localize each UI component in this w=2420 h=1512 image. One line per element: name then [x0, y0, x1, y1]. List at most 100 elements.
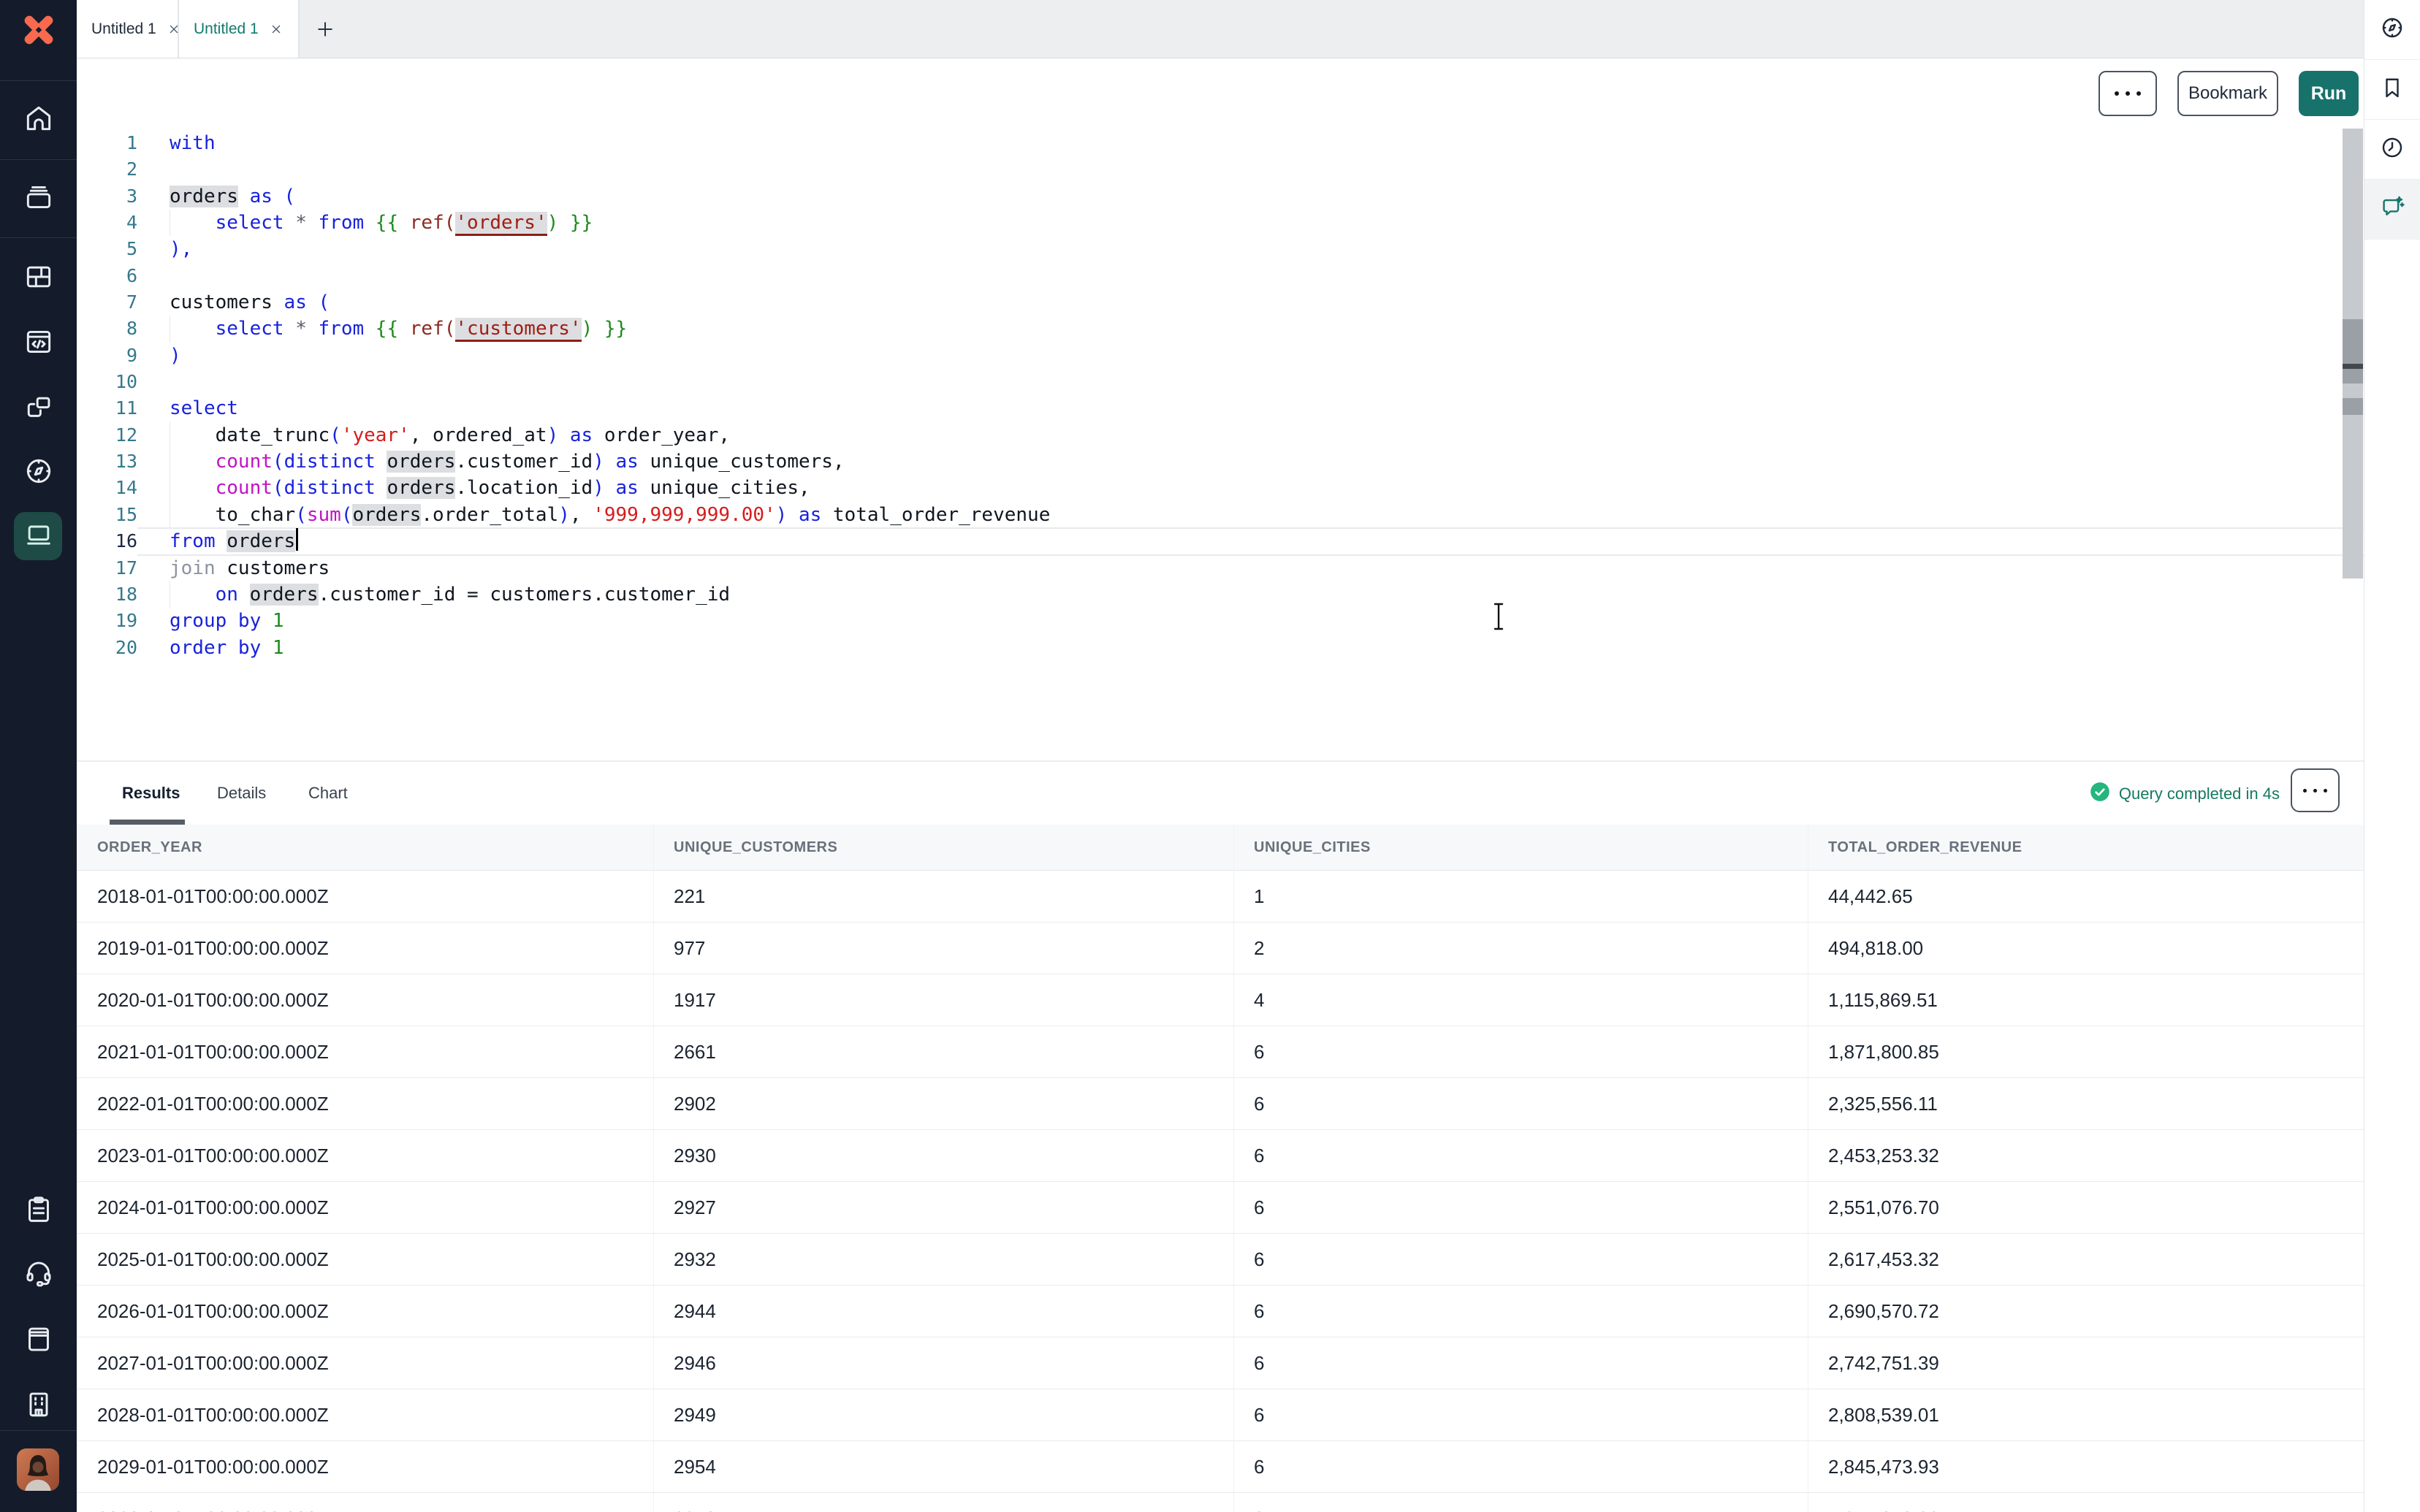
table-cell: 2,617,453.32 — [1808, 1248, 2364, 1271]
ellipsis-icon — [2115, 91, 2141, 96]
code-line[interactable]: 7customers as ( — [77, 289, 2364, 316]
code-line[interactable]: 8 select * from {{ ref('customers') }} — [77, 316, 2364, 342]
table-cell: 2,845,473.93 — [1808, 1456, 2364, 1478]
code-token: from — [319, 318, 365, 340]
code-token — [307, 291, 319, 313]
right-sidebar-item-ai-assistant[interactable] — [2364, 180, 2420, 240]
column-divider — [653, 825, 654, 1512]
drawer-icon — [23, 181, 55, 217]
sidebar-item-support[interactable] — [0, 1242, 77, 1307]
table-row[interactable]: 2024-01-01T00:00:00.000Z292762,551,076.7… — [77, 1182, 2364, 1234]
code-token: .location_id — [455, 477, 593, 499]
table-row[interactable]: 2030-01-01T00:00:00.000Z287961,841,049.3… — [77, 1493, 2364, 1512]
sidebar-item-templates[interactable] — [0, 1178, 77, 1244]
editor-scrollbar[interactable] — [2343, 129, 2363, 579]
table-row[interactable]: 2023-01-01T00:00:00.000Z293062,453,253.3… — [77, 1130, 2364, 1182]
table-row[interactable]: 2019-01-01T00:00:00.000Z9772494,818.00 — [77, 923, 2364, 974]
code-line[interactable]: 6 — [77, 263, 2364, 289]
code-line[interactable]: 13 count(distinct orders.customer_id) as… — [77, 448, 2364, 475]
code-token: 'orders' — [455, 212, 547, 236]
sidebar-item-explore[interactable] — [0, 440, 77, 505]
code-token — [238, 584, 250, 606]
hex-logo[interactable] — [0, 0, 77, 60]
tab-bar: Untitled 1Untitled 1 — [77, 0, 2364, 58]
results-more-button[interactable] — [2291, 768, 2340, 812]
code-line[interactable]: 9) — [77, 343, 2364, 369]
sidebar-item-organization[interactable] — [0, 1372, 77, 1438]
table-row[interactable]: 2018-01-01T00:00:00.000Z221144,442.65 — [77, 871, 2364, 923]
table-cell: 2,551,076.70 — [1808, 1196, 2364, 1219]
code-token: orders — [250, 584, 319, 606]
code-token — [284, 212, 296, 234]
close-icon[interactable] — [269, 22, 284, 37]
code-line[interactable]: 15 to_char(sum(orders.order_total), '999… — [77, 502, 2364, 528]
line-number: 11 — [77, 395, 137, 421]
code-line[interactable]: 20order by 1 — [77, 635, 2364, 661]
results-tab-bar: Query completed in 4s Results Details Char… — [77, 760, 2364, 825]
scrollbar-thumb[interactable] — [2343, 319, 2363, 383]
results-tab-chart[interactable]: Chart — [308, 762, 348, 825]
results-tab-details[interactable]: Details — [217, 762, 266, 825]
sidebar-item-projects[interactable] — [0, 245, 77, 311]
table-row[interactable]: 2025-01-01T00:00:00.000Z293262,617,453.3… — [77, 1234, 2364, 1286]
right-sidebar-item-bookmarks[interactable] — [2364, 60, 2420, 120]
code-token — [216, 530, 227, 552]
sidebar-item-apps[interactable] — [0, 376, 77, 442]
right-sidebar-item-history[interactable] — [2364, 120, 2420, 180]
table-row[interactable]: 2020-01-01T00:00:00.000Z191741,115,869.5… — [77, 974, 2364, 1026]
code-token: .order_total — [421, 504, 558, 526]
sidebar-item-docs[interactable] — [0, 1307, 77, 1373]
table-cell: 2022-01-01T00:00:00.000Z — [77, 1093, 653, 1115]
code-token: date_trunc — [170, 424, 330, 446]
code-line[interactable]: 3orders as ( — [77, 183, 2364, 210]
sidebar-item-workspace[interactable] — [0, 503, 77, 569]
results-tab-results[interactable]: Results — [122, 762, 180, 825]
user-avatar[interactable] — [17, 1448, 59, 1491]
table-cell: 6 — [1233, 1456, 1808, 1478]
code-line[interactable]: 10 — [77, 369, 2364, 395]
table-row[interactable]: 2026-01-01T00:00:00.000Z294462,690,570.7… — [77, 1286, 2364, 1337]
line-number: 18 — [77, 581, 137, 608]
code-line[interactable]: 5), — [77, 236, 2364, 262]
code-line[interactable]: 14 count(distinct orders.location_id) as… — [77, 475, 2364, 501]
code-line[interactable]: 19group by 1 — [77, 608, 2364, 634]
code-token: , — [570, 504, 593, 526]
sql-editor[interactable]: 1with23orders as (4 select * from {{ ref… — [77, 129, 2364, 760]
query-status: Query completed in 4s — [2090, 762, 2280, 826]
code-token — [170, 477, 216, 499]
code-line[interactable]: 2 — [77, 156, 2364, 183]
sidebar-item-code-templates[interactable] — [0, 310, 77, 376]
new-tab-button[interactable] — [300, 0, 351, 58]
right-sidebar-item-explore[interactable] — [2364, 0, 2420, 60]
document-tab[interactable]: Untitled 1 — [77, 0, 179, 58]
code-line[interactable]: 18 on orders.customer_id = customers.cus… — [77, 581, 2364, 608]
table-row[interactable]: 2029-01-01T00:00:00.000Z295462,845,473.9… — [77, 1441, 2364, 1493]
run-button[interactable]: Run — [2299, 71, 2359, 116]
code-token — [604, 477, 616, 499]
table-cell: 44,442.65 — [1808, 885, 2364, 908]
code-token — [170, 212, 216, 234]
code-token: as — [616, 451, 639, 473]
sidebar-item-home[interactable] — [0, 87, 77, 153]
code-line[interactable]: 11select — [77, 395, 2364, 421]
code-token — [170, 451, 216, 473]
code-window-icon — [23, 326, 55, 362]
code-token: customers — [170, 291, 273, 313]
table-cell: 2,325,556.11 — [1808, 1093, 2364, 1115]
table-row[interactable]: 2028-01-01T00:00:00.000Z294962,808,539.0… — [77, 1389, 2364, 1441]
document-tab[interactable]: Untitled 1 — [179, 0, 300, 58]
code-line[interactable]: 12 date_trunc('year', ordered_at) as ord… — [77, 422, 2364, 448]
code-line[interactable]: 1with — [77, 130, 2364, 156]
bookmark-button[interactable]: Bookmark — [2177, 71, 2278, 116]
code-line[interactable]: 4 select * from {{ ref('orders') }} — [77, 210, 2364, 236]
table-row[interactable]: 2027-01-01T00:00:00.000Z294662,742,751.3… — [77, 1337, 2364, 1389]
table-row[interactable]: 2021-01-01T00:00:00.000Z266161,871,800.8… — [77, 1026, 2364, 1078]
sidebar-item-data-sources[interactable] — [0, 166, 77, 232]
code-line[interactable]: 17join customers — [77, 555, 2364, 581]
table-row[interactable]: 2022-01-01T00:00:00.000Z290262,325,556.1… — [77, 1078, 2364, 1130]
line-number: 13 — [77, 448, 137, 475]
code-line-content: to_char(sum(orders.order_total), '999,99… — [137, 502, 2364, 528]
code-line[interactable]: 16from orders — [77, 528, 2364, 554]
line-number: 8 — [77, 316, 137, 342]
more-options-button[interactable] — [2099, 71, 2157, 116]
